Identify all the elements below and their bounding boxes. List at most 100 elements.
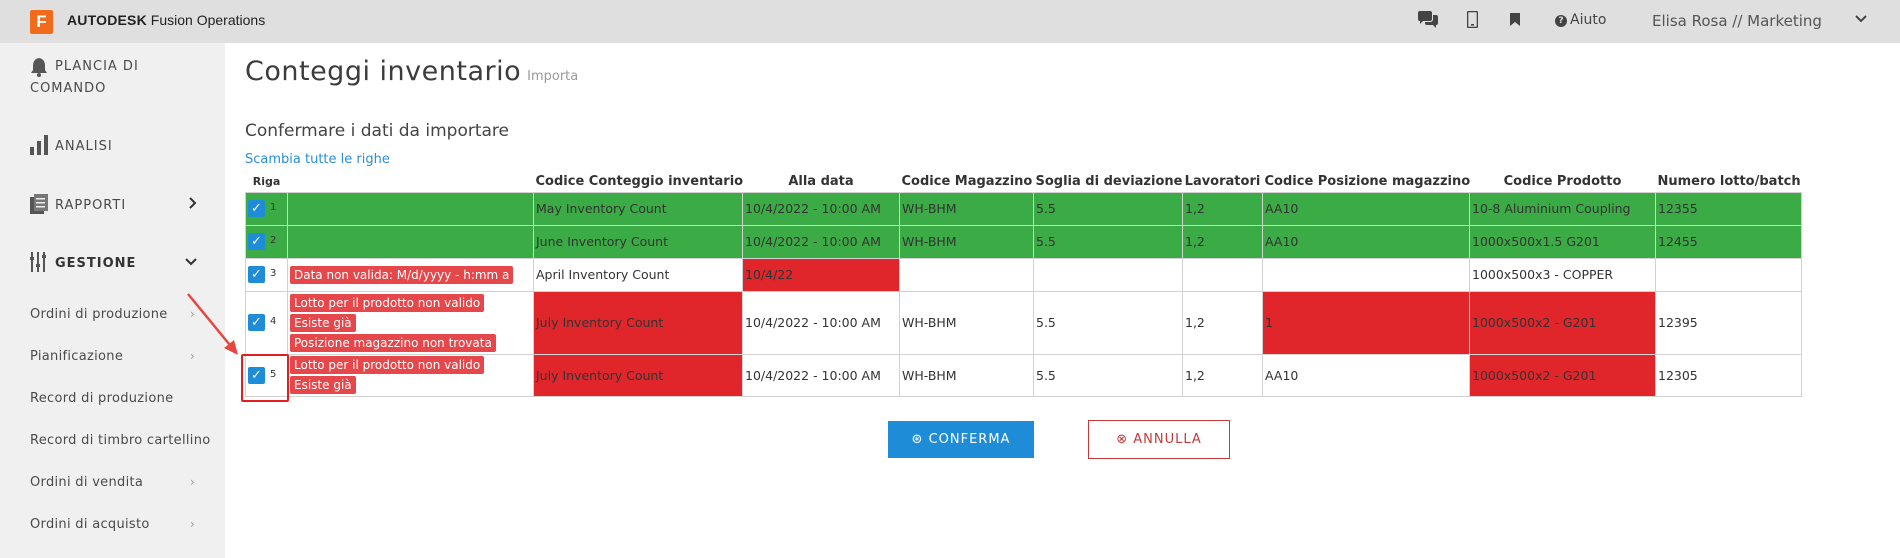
page-title: Conteggi inventario Importa — [245, 56, 578, 87]
column-header-riga: Riga — [252, 175, 281, 189]
chevron-down-icon[interactable] — [1853, 10, 1869, 30]
table-cell: 10/4/2022 - 10:00 AM — [742, 290, 900, 355]
column-header-errors — [288, 172, 534, 192]
table-row: ✓ 5 Lotto per il prodotto non valido Esis… — [245, 353, 1802, 397]
chevron-right-icon — [188, 196, 198, 214]
table-cell-error: 1000x500x2 - G201 — [1469, 290, 1656, 355]
swap-all-rows-link[interactable]: Scambia tutte le righe — [245, 152, 390, 167]
sidebar-sub-sales-orders[interactable]: Ordini di vendita — [30, 475, 143, 490]
row-errors-cell: Lotto per il prodotto non valido Esiste … — [287, 353, 534, 397]
sidebar-dashboard-line2: COMANDO — [30, 81, 107, 96]
table-cell: 1,2 — [1182, 224, 1263, 259]
table-cell: 1000x500x1.5 G201 — [1469, 224, 1656, 259]
mobile-device-icon[interactable] — [1466, 10, 1479, 33]
table-cell: AA10 — [1262, 224, 1470, 259]
error-badge: Lotto per il prodotto non valido — [290, 356, 485, 374]
column-header-deviation-threshold: Soglia di deviazione — [1035, 174, 1183, 190]
error-badge: Lotto per il prodotto non valido — [290, 293, 485, 312]
table-row: ✓ 3 Data non valida: M/d/yyyy - h:mm a Ap… — [245, 257, 1802, 292]
row-number: 3 — [270, 268, 277, 279]
row-select-cell: ✓ 1 — [245, 191, 288, 226]
import-preview-table: Riga Codice Conteggio inventario Alla da… — [245, 172, 1802, 397]
table-cell: 1,2 — [1182, 290, 1263, 355]
table-cell — [1655, 257, 1802, 292]
row-errors-cell: Data non valida: M/d/yyyy - h:mm a — [287, 257, 534, 292]
row-checkbox[interactable]: ✓ — [248, 314, 265, 331]
row-errors-cell — [287, 191, 534, 226]
table-cell — [899, 257, 1034, 292]
table-cell: WH-BHM — [899, 224, 1034, 259]
table-cell: WH-BHM — [899, 353, 1034, 397]
annotation-highlight-box — [241, 354, 289, 402]
x-circle-icon: ⊗ — [1116, 432, 1129, 447]
column-header-product-code: Codice Prodotto — [1503, 174, 1622, 190]
column-header-date: Alla data — [788, 174, 854, 190]
column-header-location-code: Codice Posizione magazzino — [1264, 174, 1471, 190]
top-bar: F AUTODESK Fusion Operations ? Aiuto Elis… — [0, 0, 1900, 43]
sidebar-sub-production-records[interactable]: Record di produzione — [30, 391, 173, 406]
section-subtitle: Confermare i dati da importare — [245, 121, 509, 141]
table-cell: 12355 — [1655, 191, 1802, 226]
column-header-lot-number: Numero lotto/batch — [1657, 174, 1801, 190]
table-cell: 12305 — [1655, 353, 1802, 397]
table-cell: 1,2 — [1182, 353, 1263, 397]
help-icon: ? — [1555, 15, 1567, 27]
brand-product: Fusion Operations — [150, 12, 266, 28]
row-select-cell: ✓ 2 — [245, 224, 288, 259]
sidebar-sub-purchase-orders[interactable]: Ordini di acquisto — [30, 517, 150, 532]
error-badge: Posizione magazzino non trovata — [290, 333, 496, 352]
table-cell: 10/4/2022 - 10:00 AM — [742, 353, 900, 397]
row-checkbox[interactable]: ✓ — [248, 233, 265, 250]
user-menu[interactable]: Elisa Rosa // Marketing — [1652, 12, 1822, 30]
column-header-workers: Lavoratori — [1184, 174, 1261, 190]
table-row: ✓ 4 Lotto per il prodotto non valido Esis… — [245, 290, 1802, 355]
table-cell: 10/4/2022 - 10:00 AM — [742, 191, 900, 226]
table-cell: 1000x500x3 - COPPER — [1469, 257, 1656, 292]
table-cell — [1262, 257, 1470, 292]
table-row: ✓ 1 May Inventory Count 10/4/2022 - 10:00… — [245, 191, 1802, 226]
table-cell: 5.5 — [1033, 353, 1183, 397]
sidebar-reports-label: RAPPORTI — [55, 198, 127, 213]
cancel-button[interactable]: ⊗ ANNULLA — [1088, 420, 1230, 459]
row-select-cell: ✓ 4 — [245, 290, 288, 355]
table-cell: 5.5 — [1033, 191, 1183, 226]
sidebar-sub-timeclock-records[interactable]: Record di timbro cartellino — [30, 433, 211, 448]
table-cell — [1033, 257, 1183, 292]
chevron-right-icon: › — [190, 517, 195, 531]
table-cell: WH-BHM — [899, 191, 1034, 226]
reports-icon — [30, 194, 48, 218]
column-header-warehouse-code: Codice Magazzino — [901, 174, 1033, 190]
table-row: ✓ 2 June Inventory Count 10/4/2022 - 10:0… — [245, 224, 1802, 259]
row-checkbox[interactable]: ✓ — [248, 266, 265, 283]
brand-name: AUTODESK Fusion Operations — [67, 12, 265, 28]
confirm-button-label: CONFERMA — [928, 432, 1011, 447]
row-number: 1 — [270, 202, 277, 213]
chat-icon[interactable] — [1417, 11, 1439, 34]
table-cell-error: 10/4/22 — [742, 257, 900, 292]
sidebar-sub-production-orders[interactable]: Ordini di produzione — [30, 307, 168, 322]
sidebar-management-label: GESTIONE — [55, 256, 137, 271]
table-cell: AA10 — [1262, 191, 1470, 226]
bookmark-icon[interactable] — [1510, 11, 1520, 31]
row-select-cell: ✓ 3 — [245, 257, 288, 292]
sidebar-sub-planning[interactable]: Pianificazione — [30, 349, 123, 364]
sidebar-analysis-label: ANALISI — [55, 139, 113, 154]
table-cell: 5.5 — [1033, 290, 1183, 355]
check-circle-icon: ⊛ — [911, 432, 924, 447]
row-checkbox[interactable]: ✓ — [248, 200, 265, 217]
annotation-arrow — [187, 293, 238, 355]
cancel-button-label: ANNULLA — [1133, 432, 1202, 447]
confirm-button[interactable]: ⊛ CONFERMA — [888, 421, 1034, 458]
help-menu[interactable]: ? Aiuto — [1555, 12, 1606, 28]
table-cell-error: July Inventory Count — [533, 290, 743, 355]
fusion-logo[interactable]: F — [30, 10, 53, 34]
table-cell: 12455 — [1655, 224, 1802, 259]
table-cell: April Inventory Count — [533, 257, 743, 292]
table-cell: 10/4/2022 - 10:00 AM — [742, 224, 900, 259]
row-errors-cell: Lotto per il prodotto non valido Esiste … — [287, 290, 534, 355]
brand-bold: AUTODESK — [67, 12, 147, 28]
table-cell: 5.5 — [1033, 224, 1183, 259]
table-cell-error: 1 — [1262, 290, 1470, 355]
page-title-sub: Importa — [527, 69, 579, 84]
chevron-down-icon — [184, 255, 198, 271]
